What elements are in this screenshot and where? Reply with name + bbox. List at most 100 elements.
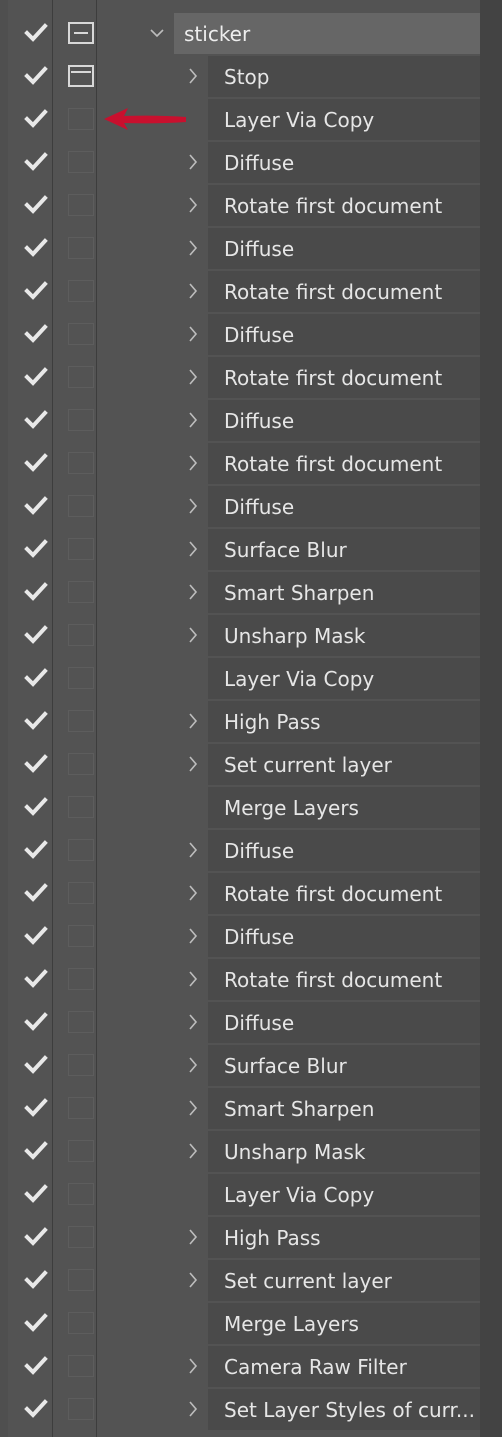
- action-step-box[interactable]: Surface Blur: [208, 529, 480, 570]
- checkmark-icon[interactable]: [24, 366, 48, 388]
- checkmark-icon[interactable]: [24, 409, 48, 431]
- action-step-row[interactable]: Rotate first document: [8, 184, 480, 227]
- action-step-row[interactable]: Diffuse: [8, 399, 480, 442]
- dialog-toggle-icon[interactable]: [68, 710, 94, 732]
- action-step-row[interactable]: Rotate first document: [8, 872, 480, 915]
- dialog-toggle-icon[interactable]: [68, 667, 94, 689]
- action-step-row[interactable]: Camera Raw Filter: [8, 1345, 480, 1388]
- checkmark-icon[interactable]: [24, 323, 48, 345]
- checkmark-icon[interactable]: [24, 1269, 48, 1291]
- action-step-box[interactable]: Unsharp Mask: [208, 1131, 480, 1172]
- checkmark-icon[interactable]: [24, 1226, 48, 1248]
- checkmark-icon[interactable]: [24, 151, 48, 173]
- action-step-row[interactable]: Layer Via Copy: [8, 657, 480, 700]
- dialog-toggle-icon[interactable]: [68, 409, 94, 431]
- dialog-toggle-icon[interactable]: [68, 796, 94, 818]
- dialog-toggle-icon[interactable]: [68, 925, 94, 947]
- checkmark-icon[interactable]: [24, 753, 48, 775]
- action-step-box[interactable]: Rotate first document: [208, 873, 480, 914]
- checkmark-icon[interactable]: [24, 624, 48, 646]
- dialog-toggle-icon[interactable]: [68, 1312, 94, 1334]
- panel-scrollbar-track[interactable]: [480, 0, 502, 1437]
- action-step-row[interactable]: Unsharp Mask: [8, 1130, 480, 1173]
- action-step-row[interactable]: Set current layer: [8, 1259, 480, 1302]
- dialog-toggle-icon[interactable]: [68, 1355, 94, 1377]
- checkmark-icon[interactable]: [24, 710, 48, 732]
- action-step-box[interactable]: Unsharp Mask: [208, 615, 480, 656]
- checkmark-icon[interactable]: [24, 667, 48, 689]
- action-step-box[interactable]: Diffuse: [208, 314, 480, 355]
- action-step-row[interactable]: Rotate first document: [8, 356, 480, 399]
- checkmark-icon[interactable]: [24, 1312, 48, 1334]
- action-step-row[interactable]: High Pass: [8, 700, 480, 743]
- action-step-box[interactable]: Layer Via Copy: [208, 658, 480, 699]
- dialog-toggle-icon[interactable]: [68, 1097, 94, 1119]
- dialog-toggle-icon[interactable]: [68, 538, 94, 560]
- action-step-box[interactable]: Set current layer: [208, 744, 480, 785]
- dialog-toggle-icon[interactable]: [68, 1226, 94, 1248]
- chevron-right-icon[interactable]: [184, 1012, 202, 1032]
- dialog-toggle-icon[interactable]: [68, 22, 94, 44]
- action-step-box[interactable]: Diffuse: [208, 142, 480, 183]
- action-step-box[interactable]: Merge Layers: [208, 1303, 480, 1344]
- checkmark-icon[interactable]: [24, 1355, 48, 1377]
- checkmark-icon[interactable]: [24, 1398, 48, 1420]
- action-step-row[interactable]: Rotate first document: [8, 442, 480, 485]
- action-step-row[interactable]: Set Layer Styles of curr...: [8, 1388, 480, 1431]
- action-step-box[interactable]: Rotate first document: [208, 271, 480, 312]
- chevron-right-icon[interactable]: [184, 1141, 202, 1161]
- action-step-box[interactable]: Smart Sharpen: [208, 572, 480, 613]
- action-step-row[interactable]: Merge Layers: [8, 1302, 480, 1345]
- action-step-row[interactable]: Set current layer: [8, 743, 480, 786]
- chevron-right-icon[interactable]: [184, 582, 202, 602]
- chevron-right-icon[interactable]: [184, 1356, 202, 1376]
- action-step-row[interactable]: Diffuse: [8, 313, 480, 356]
- chevron-down-icon[interactable]: [148, 23, 166, 43]
- checkmark-icon[interactable]: [24, 925, 48, 947]
- action-step-row[interactable]: High Pass: [8, 1216, 480, 1259]
- action-step-row[interactable]: Diffuse: [8, 227, 480, 270]
- chevron-right-icon[interactable]: [184, 840, 202, 860]
- chevron-right-icon[interactable]: [184, 324, 202, 344]
- action-step-box[interactable]: Rotate first document: [208, 443, 480, 484]
- chevron-right-icon[interactable]: [184, 367, 202, 387]
- action-step-box[interactable]: Merge Layers: [208, 787, 480, 828]
- chevron-right-icon[interactable]: [184, 1055, 202, 1075]
- dialog-toggle-icon[interactable]: [68, 366, 94, 388]
- action-step-box[interactable]: Diffuse: [208, 830, 480, 871]
- action-step-row[interactable]: Smart Sharpen: [8, 571, 480, 614]
- chevron-right-icon[interactable]: [184, 1227, 202, 1247]
- chevron-right-icon[interactable]: [184, 152, 202, 172]
- checkmark-icon[interactable]: [24, 452, 48, 474]
- action-step-box[interactable]: High Pass: [208, 701, 480, 742]
- action-step-box[interactable]: High Pass: [208, 1217, 480, 1258]
- dialog-toggle-icon[interactable]: [68, 753, 94, 775]
- chevron-right-icon[interactable]: [184, 496, 202, 516]
- checkmark-icon[interactable]: [24, 968, 48, 990]
- checkmark-icon[interactable]: [24, 839, 48, 861]
- dialog-toggle-icon[interactable]: [68, 1398, 94, 1420]
- dialog-toggle-icon[interactable]: [68, 581, 94, 603]
- dialog-toggle-icon[interactable]: [68, 1183, 94, 1205]
- checkmark-icon[interactable]: [24, 495, 48, 517]
- chevron-right-icon[interactable]: [184, 539, 202, 559]
- chevron-right-icon[interactable]: [184, 1399, 202, 1419]
- checkmark-icon[interactable]: [24, 237, 48, 259]
- action-step-box[interactable]: Stop: [208, 56, 480, 97]
- checkmark-icon[interactable]: [24, 581, 48, 603]
- action-step-box[interactable]: Diffuse: [208, 916, 480, 957]
- action-step-row[interactable]: Unsharp Mask: [8, 614, 480, 657]
- action-step-row[interactable]: Smart Sharpen: [8, 1087, 480, 1130]
- chevron-right-icon[interactable]: [184, 883, 202, 903]
- checkmark-icon[interactable]: [24, 108, 48, 130]
- action-step-row[interactable]: Surface Blur: [8, 1044, 480, 1087]
- checkmark-icon[interactable]: [24, 796, 48, 818]
- chevron-right-icon[interactable]: [184, 195, 202, 215]
- chevron-right-icon[interactable]: [184, 754, 202, 774]
- chevron-right-icon[interactable]: [184, 711, 202, 731]
- chevron-right-icon[interactable]: [184, 66, 202, 86]
- dialog-toggle-icon[interactable]: [68, 1140, 94, 1162]
- dialog-toggle-icon[interactable]: [68, 495, 94, 517]
- action-step-box[interactable]: Set Layer Styles of curr...: [208, 1389, 480, 1430]
- action-set-name-box[interactable]: sticker: [174, 13, 480, 54]
